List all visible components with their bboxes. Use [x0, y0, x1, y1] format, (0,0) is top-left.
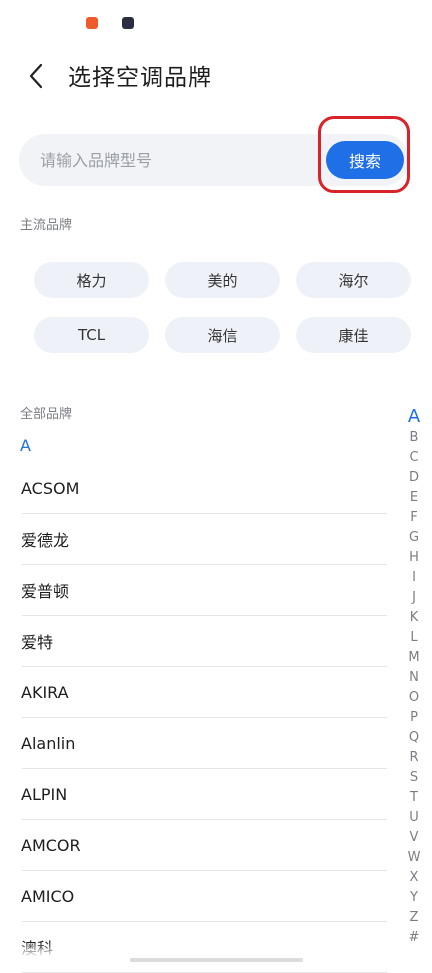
index-letter[interactable]: H — [409, 548, 419, 568]
brand-chip[interactable]: 康佳 — [296, 317, 411, 353]
search-button[interactable]: 搜索 — [326, 141, 404, 179]
back-button[interactable] — [24, 60, 54, 90]
brand-list-item[interactable]: ALPIN — [21, 769, 387, 820]
brand-list-item[interactable]: 爱特 — [21, 616, 387, 667]
index-letter[interactable]: B — [410, 428, 419, 448]
brand-list-item[interactable]: 爱普顿 — [21, 565, 387, 616]
brand-chip[interactable]: TCL — [34, 317, 149, 353]
brand-chip[interactable]: 美的 — [165, 262, 280, 298]
chevron-left-icon — [29, 63, 43, 89]
brand-name: AMCOR — [21, 835, 81, 855]
index-letter[interactable]: P — [410, 708, 418, 728]
brand-list: ACSOM 爱德龙爱普顿爱特 AKIRA Alanlin ALPIN AMCOR AMICO… — [21, 463, 387, 973]
alphabet-index[interactable]: A B C D E F G H I J K L M N O P Q R S T U V W X Y Z # — [400, 406, 428, 948]
home-indicator — [130, 958, 303, 962]
brand-name: ALPIN — [21, 784, 68, 804]
brand-list-item[interactable]: Alanlin — [21, 718, 387, 769]
index-letter[interactable]: G — [409, 528, 419, 548]
index-letter[interactable]: K — [410, 608, 419, 628]
mainstream-brand-chips: 格力 美的 海尔 TCL 海信 康佳 — [34, 262, 411, 353]
brand-list-item[interactable]: AKIRA — [21, 667, 387, 718]
index-letter[interactable]: F — [410, 508, 417, 528]
brand-list-item[interactable]: ACSOM — [21, 463, 387, 514]
index-letter[interactable]: N — [409, 668, 419, 688]
index-letter[interactable]: D — [409, 468, 419, 488]
index-letter[interactable]: X — [410, 868, 419, 888]
brand-chip[interactable]: 海信 — [165, 317, 280, 353]
index-letter[interactable]: W — [408, 848, 421, 868]
brand-chip[interactable]: 海尔 — [296, 262, 411, 298]
mainstream-brands-label: 主流品牌 — [20, 218, 73, 233]
brand-name: 爱德龙 — [21, 531, 70, 550]
brand-name: AKIRA — [21, 682, 69, 702]
index-letter[interactable]: C — [409, 448, 418, 468]
brand-chip[interactable]: 格力 — [34, 262, 149, 298]
search-bar: 搜索 — [19, 134, 409, 186]
search-input[interactable] — [19, 134, 319, 186]
page-title: 选择空调品牌 — [68, 65, 212, 91]
index-letter[interactable]: Z — [410, 908, 419, 928]
brand-name: Alanlin — [21, 733, 76, 753]
index-letter[interactable]: V — [410, 828, 419, 848]
brand-name: 爱普顿 — [21, 582, 70, 601]
status-bar-icons — [86, 17, 134, 29]
index-letter[interactable]: O — [409, 688, 419, 708]
index-letter[interactable]: L — [410, 628, 417, 648]
brand-list-item[interactable]: AMICO — [21, 871, 387, 922]
index-letter[interactable]: Y — [410, 888, 418, 908]
brand-list-item[interactable]: 爱德龙 — [21, 514, 387, 565]
brand-name: AMICO — [21, 886, 75, 906]
header: 选择空调品牌 — [0, 56, 432, 96]
index-letter[interactable]: A — [408, 406, 420, 428]
index-letter[interactable]: M — [408, 648, 419, 668]
all-brands-label: 全部品牌 — [20, 407, 73, 422]
media-notification-icon — [122, 17, 134, 29]
index-letter[interactable]: I — [412, 568, 416, 588]
index-letter[interactable]: R — [409, 748, 418, 768]
letter-section-header: A — [20, 436, 31, 455]
index-letter[interactable]: U — [409, 808, 419, 828]
index-letter[interactable]: E — [410, 488, 418, 508]
index-letter[interactable]: T — [410, 788, 418, 808]
brand-list-item[interactable]: AMCOR — [21, 820, 387, 871]
app-notification-icon — [86, 17, 98, 29]
index-letter[interactable]: S — [410, 768, 418, 788]
index-letter[interactable]: Q — [409, 728, 419, 748]
index-letter[interactable]: J — [412, 588, 416, 608]
brand-name: 爱特 — [21, 633, 54, 652]
brand-name: ACSOM — [21, 478, 80, 498]
